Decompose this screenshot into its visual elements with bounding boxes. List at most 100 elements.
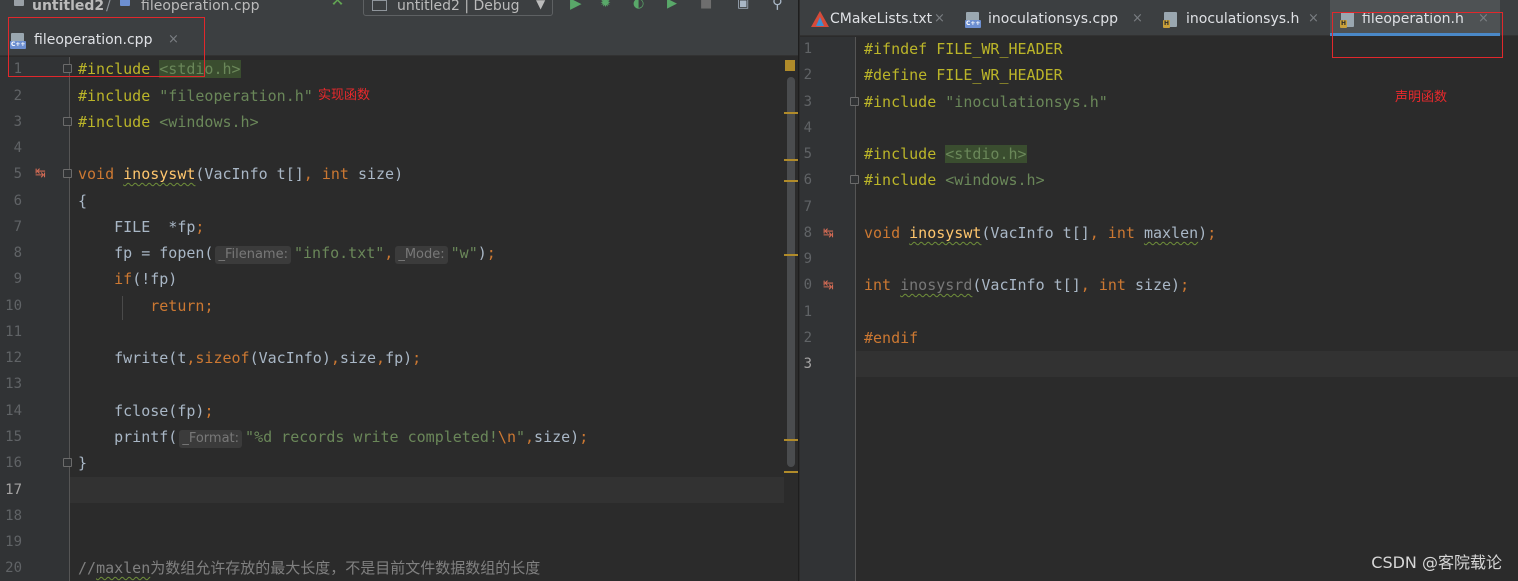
line-number[interactable]: 1 bbox=[800, 304, 812, 320]
debug-icon[interactable]: ✹ bbox=[600, 0, 611, 10]
code-line[interactable]: void inosyswt(VacInfo t[], int size) bbox=[78, 164, 403, 184]
error-stripe-mark[interactable] bbox=[784, 254, 798, 256]
left-code-area[interactable]: #include <stdio.h> #include "fileoperatio… bbox=[70, 57, 784, 581]
tab-cmakelists[interactable]: CMakeLists.txt × bbox=[808, 0, 960, 36]
tab-inoculationsys-cpp[interactable]: C++ inoculationsys.cpp × bbox=[964, 0, 1158, 36]
code-line[interactable]: //maxlen为数组允许存放的最大长度，不是目前文件数据数组的长度 bbox=[78, 558, 540, 578]
line-number[interactable]: 3 bbox=[0, 114, 22, 130]
line-number[interactable]: 6 bbox=[0, 193, 22, 209]
code-token: fp = fopen( bbox=[114, 244, 214, 262]
error-stripe-mark[interactable] bbox=[784, 180, 798, 182]
code-token: , bbox=[525, 428, 535, 446]
line-number[interactable]: 4 bbox=[800, 120, 812, 136]
search-icon[interactable]: ⚲ bbox=[772, 0, 783, 11]
left-scrollbar[interactable] bbox=[784, 57, 798, 581]
line-number[interactable]: 13 bbox=[0, 376, 22, 392]
tab-inoculationsys-h[interactable]: H inoculationsys.h × bbox=[1162, 0, 1330, 36]
code-line[interactable]: #ifndef FILE_WR_HEADER bbox=[864, 39, 1063, 59]
code-line[interactable]: #include "fileoperation.h" bbox=[78, 86, 313, 106]
code-token: int bbox=[864, 276, 892, 294]
code-line[interactable]: fclose(fp); bbox=[78, 401, 213, 421]
line-number[interactable]: 18 bbox=[0, 508, 22, 524]
code-token: "w" bbox=[450, 244, 478, 262]
error-stripe-mark[interactable] bbox=[784, 439, 798, 441]
line-number[interactable]: 2 bbox=[800, 330, 812, 346]
chevron-down-icon: ▼ bbox=[536, 0, 546, 11]
close-icon[interactable]: × bbox=[1308, 11, 1319, 26]
line-number[interactable]: 11 bbox=[0, 324, 22, 340]
line-number[interactable]: 7 bbox=[0, 219, 22, 235]
line-number[interactable]: 20 bbox=[0, 560, 22, 576]
build-hammer-icon[interactable]: ⚒ bbox=[330, 0, 344, 8]
coverage-icon[interactable]: ◐ bbox=[633, 0, 644, 10]
line-number[interactable]: 0 bbox=[800, 277, 812, 293]
stop-icon[interactable]: ■ bbox=[700, 0, 712, 10]
fold-marker-icon[interactable] bbox=[63, 169, 72, 178]
line-number[interactable]: 6 bbox=[800, 172, 812, 188]
line-number[interactable]: 5 bbox=[800, 146, 812, 162]
run-configuration-select[interactable]: untitled2 | Debug ▼ bbox=[363, 0, 553, 16]
run-icon[interactable]: ▶ bbox=[570, 0, 582, 11]
line-number[interactable]: 7 bbox=[800, 199, 812, 215]
code-line[interactable]: int inosysrd(VacInfo t[], int size); bbox=[864, 275, 1189, 295]
fold-marker-icon[interactable] bbox=[850, 97, 859, 106]
line-number[interactable]: 3 bbox=[800, 94, 812, 110]
code-line[interactable]: #include <windows.h> bbox=[864, 170, 1045, 190]
cpp-file-icon: C++ bbox=[965, 12, 982, 28]
fold-marker-icon[interactable] bbox=[850, 175, 859, 184]
code-line[interactable]: { bbox=[78, 191, 87, 211]
close-icon[interactable]: × bbox=[934, 11, 945, 26]
fold-marker-icon[interactable] bbox=[63, 458, 72, 467]
scrollbar-thumb[interactable] bbox=[787, 77, 795, 467]
line-number[interactable]: 12 bbox=[0, 350, 22, 366]
line-number[interactable]: 19 bbox=[0, 534, 22, 550]
line-number[interactable]: 4 bbox=[0, 140, 22, 156]
close-icon[interactable]: × bbox=[1132, 11, 1143, 26]
code-line[interactable]: #include "inoculationsys.h" bbox=[864, 92, 1108, 112]
line-number[interactable]: 3 bbox=[800, 356, 812, 372]
error-stripe-mark[interactable] bbox=[784, 112, 798, 114]
code-line[interactable]: FILE *fp; bbox=[78, 217, 204, 237]
line-number[interactable]: 2 bbox=[0, 88, 22, 104]
line-number[interactable]: 1 bbox=[800, 41, 812, 57]
line-number[interactable]: 5 bbox=[0, 166, 22, 182]
code-line[interactable]: return; bbox=[78, 296, 213, 316]
layout-icon[interactable]: ▣ bbox=[737, 0, 749, 10]
line-number[interactable]: 15 bbox=[0, 429, 22, 445]
code-token: fclose(fp) bbox=[114, 402, 205, 420]
line-number[interactable]: 16 bbox=[0, 455, 22, 471]
fold-marker-icon[interactable] bbox=[63, 64, 72, 73]
navigate-to-implementation-icon[interactable]: ↹ bbox=[823, 226, 834, 241]
line-number[interactable]: 14 bbox=[0, 403, 22, 419]
code-line[interactable]: if(!fp) bbox=[78, 269, 177, 289]
line-number[interactable]: 2 bbox=[800, 67, 812, 83]
code-line[interactable]: void inosyswt(VacInfo t[], int maxlen); bbox=[864, 223, 1216, 243]
inspection-status-icon[interactable] bbox=[785, 60, 795, 71]
project-name[interactable]: untitled2 bbox=[32, 0, 104, 14]
code-token: size) bbox=[357, 165, 404, 183]
right-code-lines[interactable]: #ifndef FILE_WR_HEADER #define FILE_WR_HE… bbox=[856, 37, 1518, 581]
line-number[interactable]: 10 bbox=[0, 298, 22, 314]
code-line[interactable]: #include <stdio.h> bbox=[864, 144, 1027, 164]
line-number[interactable]: 1 bbox=[0, 61, 22, 77]
code-line[interactable]: #endif bbox=[864, 328, 918, 348]
code-line[interactable]: #include <windows.h> bbox=[78, 112, 259, 132]
fold-marker-icon[interactable] bbox=[63, 117, 72, 126]
error-stripe-mark[interactable] bbox=[784, 159, 798, 161]
code-line[interactable]: printf(_Format: "%d records write complet… bbox=[78, 427, 588, 448]
line-number[interactable]: 17 bbox=[0, 482, 22, 498]
line-number[interactable]: 9 bbox=[0, 271, 22, 287]
breadcrumb-file[interactable]: fileoperation.cpp bbox=[141, 0, 259, 14]
line-number[interactable]: 8 bbox=[800, 225, 812, 241]
code-token: #define bbox=[864, 66, 928, 84]
line-number[interactable]: 8 bbox=[0, 245, 22, 261]
code-line[interactable]: fwrite(t,sizeof(VacInfo),size,fp); bbox=[78, 348, 421, 368]
navigate-to-declaration-icon[interactable]: ↹ bbox=[35, 166, 46, 181]
line-number[interactable]: 9 bbox=[800, 251, 812, 267]
navigate-to-implementation-icon[interactable]: ↹ bbox=[823, 278, 834, 293]
code-line[interactable]: fp = fopen(_Filename: "info.txt", _Mode: "w… bbox=[78, 243, 496, 264]
code-line[interactable]: #define FILE_WR_HEADER bbox=[864, 65, 1063, 85]
error-stripe-mark[interactable] bbox=[784, 471, 798, 473]
code-line[interactable]: } bbox=[78, 453, 87, 473]
profile-icon[interactable]: ▶ bbox=[667, 0, 677, 10]
